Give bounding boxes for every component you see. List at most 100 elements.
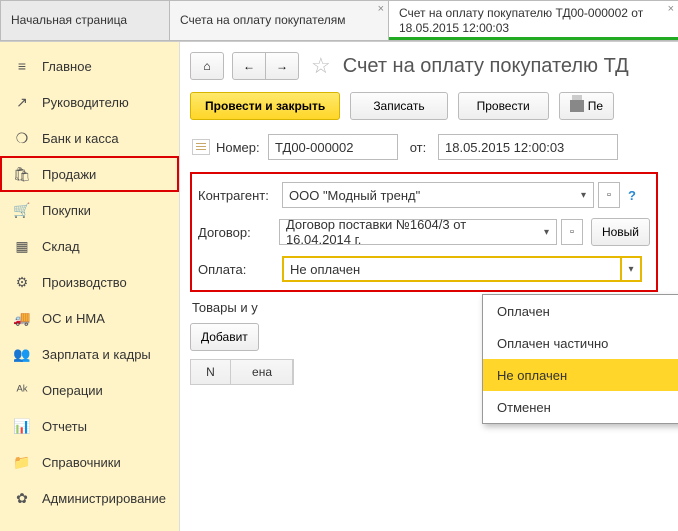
print-button[interactable]: Пе — [559, 92, 614, 120]
form-highlight: Контрагент: ООО "Модный тренд" ▾ ▫ ? Дог… — [190, 172, 658, 292]
payment-row: Оплата: Не оплачен ▾ — [198, 256, 650, 282]
nav-toolbar: ⌂ ← → ☆ Счет на оплату покупателю ТД — [190, 52, 678, 80]
tab-label: Счета на оплату покупателям — [180, 13, 345, 28]
sidebar-item-catalogs[interactable]: 📁 Справочники — [0, 444, 179, 480]
boxes-icon: ▦ — [12, 238, 32, 255]
sidebar-item-purchases[interactable]: 🛒 Покупки — [0, 192, 179, 228]
contract-combo: Договор поставки №1604/3 от 16.04.2014 г… — [279, 219, 583, 245]
sidebar-item-admin[interactable]: ✿ Администрирование — [0, 480, 179, 516]
sidebar: ≡ Главное ↗ Руководителю ❍ Банк и касса … — [0, 42, 180, 531]
coin-icon: ❍ — [12, 130, 32, 147]
action-toolbar: Провести и закрыть Записать Провести Пе — [190, 92, 678, 120]
close-icon[interactable]: × — [668, 3, 674, 15]
tab-label: Начальная страница — [11, 13, 127, 28]
number-label: Номер: — [216, 140, 268, 155]
menu-icon: ≡ — [12, 58, 32, 74]
close-icon[interactable]: × — [378, 3, 384, 15]
main-content: ⌂ ← → ☆ Счет на оплату покупателю ТД Про… — [180, 42, 678, 531]
sidebar-item-manager[interactable]: ↗ Руководителю — [0, 84, 179, 120]
sidebar-item-label: Склад — [42, 239, 80, 254]
dropdown-option-cancelled[interactable]: Отменен — [483, 391, 678, 423]
bag-icon: 🛍 — [12, 166, 32, 183]
sidebar-item-label: Главное — [42, 59, 92, 74]
home-icon: ⌂ — [203, 59, 210, 73]
sidebar-item-sales[interactable]: 🛍 Продажи — [0, 156, 179, 192]
arrow-left-icon: ← — [243, 59, 255, 73]
sidebar-item-manufacturing[interactable]: ⚙ Производство — [0, 264, 179, 300]
favorite-star-icon[interactable]: ☆ — [311, 53, 331, 79]
sidebar-item-label: Операции — [42, 383, 103, 398]
col-price[interactable]: ена — [231, 360, 293, 384]
settings-icon: ✿ — [12, 490, 32, 507]
sidebar-item-hr[interactable]: 👥 Зарплата и кадры — [0, 336, 179, 372]
contract-row: Договор: Договор поставки №1604/3 от 16.… — [198, 218, 650, 246]
sidebar-item-reports[interactable]: 📊 Отчеты — [0, 408, 179, 444]
page-title: Счет на оплату покупателю ТД — [343, 55, 629, 78]
tab-bar: Начальная страница Счета на оплату покуп… — [0, 0, 678, 42]
dropdown-option-unpaid[interactable]: Не оплачен — [483, 359, 678, 391]
people-icon: 👥 — [12, 346, 32, 363]
sidebar-item-label: Покупки — [42, 203, 91, 218]
number-field[interactable]: ТД00-000002 — [268, 134, 398, 160]
dropdown-option-paid[interactable]: Оплачен — [483, 295, 678, 327]
gear-icon: ⚙ — [12, 274, 32, 291]
print-label: Пе — [588, 99, 603, 113]
sidebar-item-main[interactable]: ≡ Главное — [0, 48, 179, 84]
arrow-right-icon: → — [276, 59, 288, 73]
tab-invoice-list[interactable]: Счета на оплату покупателям × — [169, 0, 389, 41]
sidebar-item-label: Справочники — [42, 455, 121, 470]
dropdown-option-partial[interactable]: Оплачен частично — [483, 327, 678, 359]
col-n[interactable]: N — [191, 360, 231, 384]
ledger-icon: ᴬᵏ — [12, 382, 32, 398]
goods-table-header: N ена — [190, 359, 294, 385]
home-button[interactable]: ⌂ — [190, 52, 224, 80]
payment-label: Оплата: — [198, 262, 282, 277]
sidebar-item-label: Руководителю — [42, 95, 129, 110]
contract-field[interactable]: Договор поставки №1604/3 от 16.04.2014 г… — [279, 219, 537, 245]
sidebar-item-assets[interactable]: 🚚 ОС и НМА — [0, 300, 179, 336]
sidebar-item-label: Производство — [42, 275, 127, 290]
sidebar-item-label: Банк и касса — [42, 131, 119, 146]
sidebar-item-label: Зарплата и кадры — [42, 347, 151, 362]
tab-label: Счет на оплату покупателю ТД00-000002 от… — [399, 6, 668, 36]
help-icon[interactable]: ? — [628, 188, 636, 203]
truck-icon: 🚚 — [12, 310, 32, 327]
add-row-button[interactable]: Добавит — [190, 323, 259, 351]
partner-row: Контрагент: ООО "Модный тренд" ▾ ▫ ? — [198, 182, 650, 208]
date-label: от: — [398, 140, 438, 155]
sidebar-item-operations[interactable]: ᴬᵏ Операции — [0, 372, 179, 408]
sidebar-item-label: Продажи — [42, 167, 96, 182]
printer-icon — [570, 100, 584, 112]
sidebar-item-bank[interactable]: ❍ Банк и касса — [0, 120, 179, 156]
new-contract-button[interactable]: Новый — [591, 218, 650, 246]
number-row: Номер: ТД00-000002 от: 18.05.2015 12:00:… — [192, 134, 678, 160]
date-field[interactable]: 18.05.2015 12:00:03 — [438, 134, 618, 160]
back-button[interactable]: ← — [232, 52, 266, 80]
partner-field[interactable]: ООО "Модный тренд" — [282, 182, 574, 208]
save-button[interactable]: Записать — [350, 92, 447, 120]
tab-home[interactable]: Начальная страница — [0, 0, 170, 41]
payment-dropdown: Оплачен Оплачен частично Не оплачен Отме… — [482, 294, 678, 424]
open-ref-button[interactable]: ▫ — [561, 219, 583, 245]
post-and-close-button[interactable]: Провести и закрыть — [190, 92, 340, 120]
chevron-down-icon[interactable]: ▾ — [622, 256, 642, 282]
payment-field[interactable]: Не оплачен — [282, 256, 622, 282]
document-icon — [192, 139, 210, 155]
open-ref-button[interactable]: ▫ — [598, 182, 620, 208]
contract-label: Договор: — [198, 225, 279, 240]
sidebar-item-label: Администрирование — [42, 491, 166, 506]
chevron-down-icon[interactable]: ▾ — [537, 219, 557, 245]
report-icon: 📊 — [12, 418, 32, 435]
chevron-down-icon[interactable]: ▾ — [574, 182, 594, 208]
nav-group: ← → — [232, 52, 299, 80]
sidebar-item-label: Отчеты — [42, 419, 87, 434]
sidebar-item-warehouse[interactable]: ▦ Склад — [0, 228, 179, 264]
sidebar-item-label: ОС и НМА — [42, 311, 105, 326]
forward-button[interactable]: → — [265, 52, 299, 80]
post-button[interactable]: Провести — [458, 92, 549, 120]
folder-icon: 📁 — [12, 454, 32, 471]
partner-label: Контрагент: — [198, 188, 282, 203]
cart-icon: 🛒 — [12, 202, 32, 219]
payment-combo: Не оплачен ▾ — [282, 256, 642, 282]
tab-invoice-doc[interactable]: Счет на оплату покупателю ТД00-000002 от… — [388, 0, 678, 41]
